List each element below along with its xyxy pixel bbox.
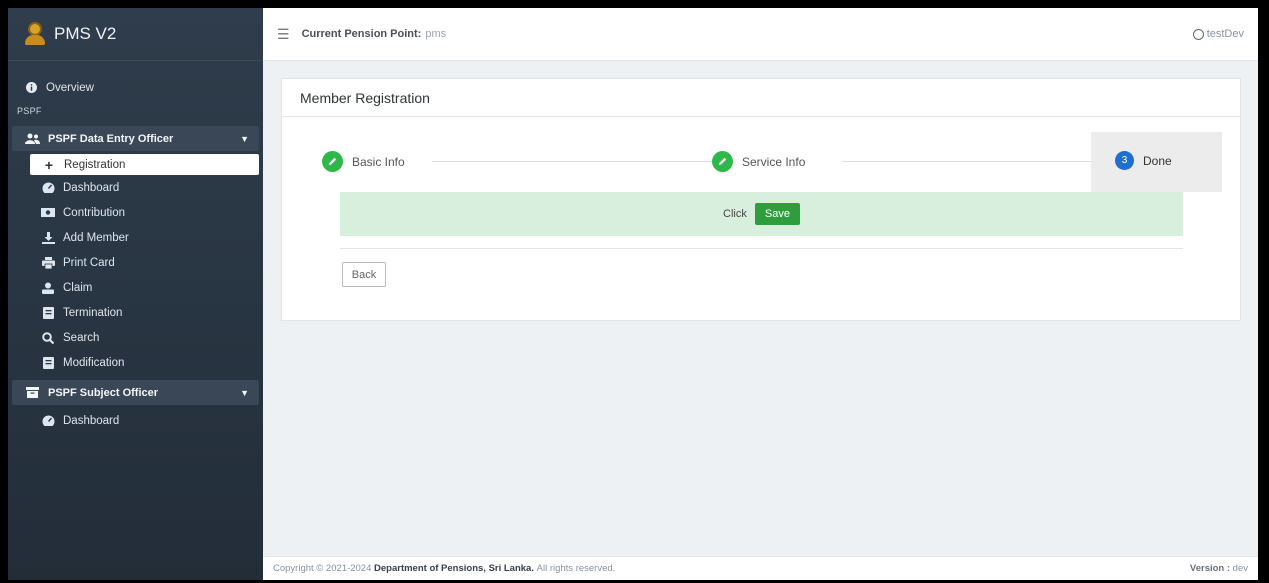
download-icon xyxy=(41,231,55,244)
sidebar-item-modification[interactable]: Modification xyxy=(8,350,263,375)
doc-icon xyxy=(41,356,55,369)
step-number: 3 xyxy=(1115,151,1134,170)
sidebar-item-dashboard[interactable]: Dashboard xyxy=(8,408,263,433)
confirm-alert: Click Save xyxy=(340,192,1183,236)
sidebar-group-label: PSPF Data Entry Officer xyxy=(48,132,174,145)
sidebar-item-label: Claim xyxy=(63,281,93,294)
sidebar-item-overview[interactable]: Overview xyxy=(8,75,263,100)
rights-text: All rights reserved. xyxy=(536,563,616,574)
sidebar-item-label: Search xyxy=(63,331,100,344)
plus-icon: + xyxy=(44,156,54,173)
user-claim-icon xyxy=(41,282,55,294)
print-icon xyxy=(41,256,55,269)
sidebar-item-print-card[interactable]: Print Card xyxy=(8,250,263,275)
brand[interactable]: PMS V2 xyxy=(8,8,263,61)
app-title: PMS V2 xyxy=(54,24,117,43)
stepper: Basic Info Service Info 3 Done xyxy=(282,132,1240,192)
version-label: Version : xyxy=(1189,563,1231,574)
users-icon xyxy=(24,133,40,144)
user-menu[interactable]: testDev xyxy=(1192,28,1244,40)
sidebar-group-data-entry-officer[interactable]: PSPF Data Entry Officer ▼ xyxy=(12,126,259,151)
footer: Copyright © 2021-2024 Department of Pens… xyxy=(263,556,1258,580)
money-icon xyxy=(41,208,55,217)
sidebar: PMS V2 Overview PSPF PSPF Data Entry Off… xyxy=(8,8,263,580)
search-icon xyxy=(41,331,55,344)
sidebar-item-label: Termination xyxy=(63,306,123,319)
user-name: testDev xyxy=(1206,28,1244,40)
step-connector xyxy=(842,161,1092,162)
chevron-down-icon: ▼ xyxy=(240,387,249,398)
sidebar-group-label: PSPF Subject Officer xyxy=(48,386,159,399)
step-done[interactable]: 3 Done xyxy=(1091,132,1222,192)
user-icon xyxy=(1192,28,1204,40)
hamburger-menu-icon[interactable]: ☰ xyxy=(277,26,290,43)
sidebar-group-subject-officer[interactable]: PSPF Subject Officer ▼ xyxy=(12,380,259,405)
sidebar-item-label: Add Member xyxy=(63,231,129,244)
pension-point-value: pms xyxy=(425,28,447,40)
sidebar-item-contribution[interactable]: Contribution xyxy=(8,200,263,225)
chevron-down-icon: ▼ xyxy=(240,133,249,144)
sidebar-item-label: Modification xyxy=(63,356,125,369)
sidebar-item-registration[interactable]: + Registration xyxy=(30,154,259,175)
sidebar-item-label: Overview xyxy=(46,81,94,94)
sidebar-item-dashboard[interactable]: Dashboard xyxy=(8,175,263,200)
pension-point-label: Current Pension Point: xyxy=(301,28,422,40)
sidebar-item-label: Dashboard xyxy=(63,414,120,427)
app-window: PMS V2 Overview PSPF PSPF Data Entry Off… xyxy=(8,8,1258,580)
step-label: Basic Info xyxy=(352,154,405,169)
edit-check-icon xyxy=(322,151,343,172)
dashboard-icon xyxy=(41,182,55,193)
copyright-prefix: Copyright © 2021-2024 xyxy=(273,563,372,574)
version-value: dev xyxy=(1232,563,1248,574)
sidebar-item-claim[interactable]: Claim xyxy=(8,275,263,300)
sidebar-item-termination[interactable]: Termination xyxy=(8,300,263,325)
doc-icon xyxy=(41,306,55,319)
logo-icon xyxy=(24,22,46,46)
sidebar-item-add-member[interactable]: Add Member xyxy=(8,225,263,250)
save-button[interactable]: Save xyxy=(754,203,800,225)
sidebar-item-label: Print Card xyxy=(63,256,115,269)
sidebar-section-label: PSPF xyxy=(17,106,42,116)
step-service-info[interactable]: Service Info xyxy=(712,151,812,172)
sidebar-item-label: Registration xyxy=(64,158,126,171)
registration-card: Member Registration Basic Info Service I… xyxy=(281,78,1241,321)
card-title: Member Registration xyxy=(282,79,1240,117)
archive-icon xyxy=(24,387,40,398)
divider xyxy=(340,248,1183,249)
sidebar-item-label: Dashboard xyxy=(63,181,120,194)
step-label: Done xyxy=(1143,153,1172,168)
back-button[interactable]: Back xyxy=(342,262,386,287)
organization-name: Department of Pensions, Sri Lanka. xyxy=(374,563,534,574)
step-label: Service Info xyxy=(742,154,806,169)
main-content: ☰ Current Pension Point: pms testDev Mem… xyxy=(263,8,1258,580)
edit-check-icon xyxy=(712,151,733,172)
dashboard-icon xyxy=(41,415,55,426)
alert-text: Click xyxy=(723,208,747,220)
step-connector xyxy=(432,161,722,162)
info-icon xyxy=(24,82,38,93)
sidebar-item-search[interactable]: Search xyxy=(8,325,263,350)
version-info: Version : dev xyxy=(1190,563,1248,574)
step-basic-info[interactable]: Basic Info xyxy=(322,151,411,172)
sidebar-item-label: Contribution xyxy=(63,206,126,219)
topbar: ☰ Current Pension Point: pms testDev xyxy=(263,8,1258,61)
